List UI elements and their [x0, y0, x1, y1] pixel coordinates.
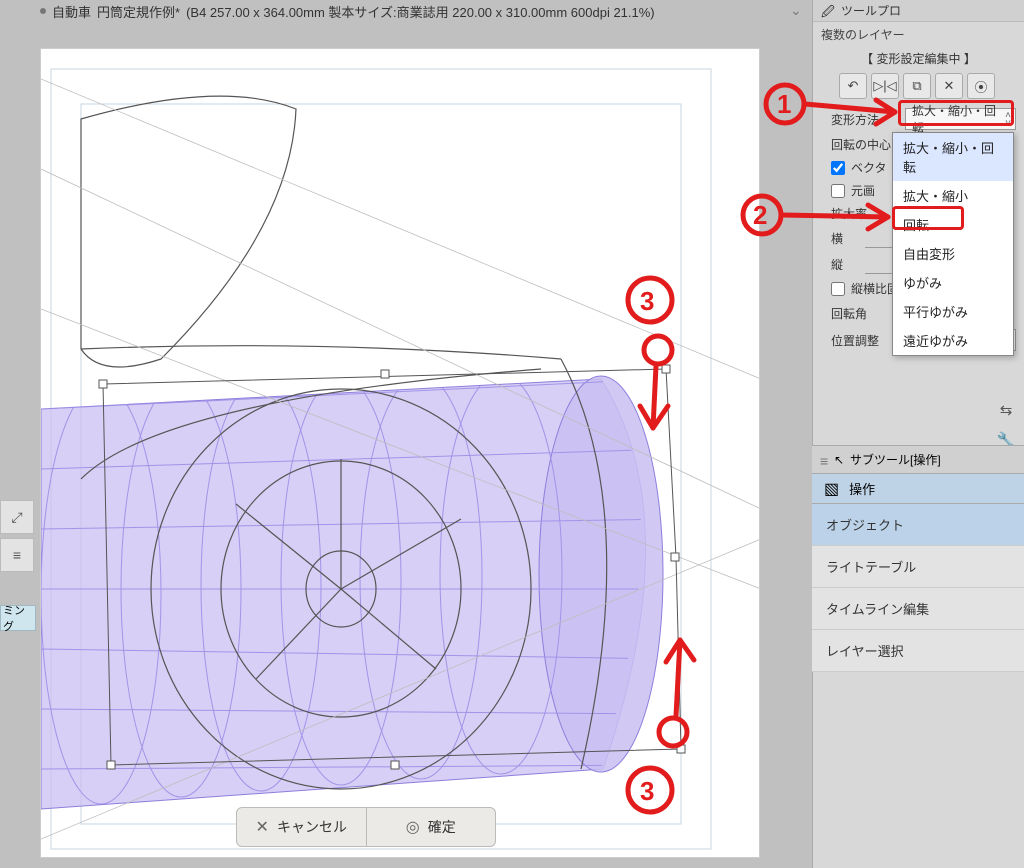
dropdown-option[interactable]: ゆがみ [893, 268, 1013, 297]
tool-property-panel: 🖉 ツールプロ 複数のレイヤー 【 変形設定編集中 】 ↶ ▷|◁ ⧉ ✕ ⦿ … [812, 0, 1024, 868]
transform-method-label: 変形方法 [831, 111, 899, 128]
transform-confirm-bar: ✕ キャンセル ◎ 確定 [236, 807, 496, 847]
doc-size: (B4 257.00 x 364.00mm 製本サイズ:商業誌用 220.00 … [186, 2, 655, 21]
chevron-down-icon[interactable]: ⌄ [790, 2, 802, 19]
scale-v-label: 縦 [831, 256, 859, 273]
subtool-item-object[interactable]: オブジェクト [812, 504, 1024, 546]
tool-property-title: ツールプロ [841, 2, 901, 19]
flip-v-button[interactable]: ⧉ [903, 73, 931, 99]
dropdown-option-free-transform[interactable]: 自由変形 [893, 239, 1013, 268]
cube-icon: ▧ [824, 479, 839, 499]
wrench-icon: 🖉 [821, 3, 835, 25]
doc-ruler: 円筒定規作例* [97, 2, 180, 21]
commit-transform-button[interactable]: ⦿ [967, 73, 995, 99]
transform-method-dropdown: 拡大・縮小・回転 拡大・縮小 回転 自由変形 ゆがみ 平行ゆがみ 遠近ゆがみ [892, 132, 1014, 356]
confirm-button[interactable]: ◎ 確定 [367, 808, 496, 846]
check-icon: ◎ [406, 817, 420, 837]
flip-h-button[interactable]: ▷|◁ [871, 73, 899, 99]
vector-thickness-checkbox[interactable] [831, 161, 845, 175]
svg-text:1: 1 [777, 89, 791, 119]
trimming-tab[interactable]: ミング [0, 605, 36, 631]
subtool-item-lighttable[interactable]: ライトテーブル [812, 546, 1024, 588]
subtool-panel: ≡ ↖ サブツール[操作] ▧ 操作 オブジェクト ライトテーブル タイムライン… [812, 445, 1024, 672]
aspect-lock-checkbox[interactable] [831, 282, 845, 296]
position-adjust-label: 位置調整 [831, 332, 899, 349]
menu-icon[interactable]: ≡ [820, 453, 828, 469]
dropdown-option[interactable]: 平行ゆがみ [893, 297, 1013, 326]
transform-section-title: 【 変形設定編集中 】 [813, 46, 1024, 71]
subtool-header-label: サブツール[操作] [850, 451, 941, 468]
rotation-angle-label: 回転角 [831, 305, 899, 322]
scale-label: 拡大率 [831, 205, 899, 222]
reset-icon[interactable]: ⇆ [994, 398, 1018, 422]
unsaved-dot-icon [40, 8, 46, 14]
annotation-box-1 [898, 100, 1014, 126]
dropdown-option[interactable]: 拡大・縮小・回転 [893, 133, 1013, 181]
tool-property-header: 🖉 ツールプロ [813, 0, 1024, 22]
doc-name: 自動車 [52, 2, 91, 21]
subtool-header: ≡ ↖ サブツール[操作] [812, 446, 1024, 474]
stack-icon[interactable]: ≡ [0, 538, 34, 572]
cancel-label: キャンセル [277, 817, 347, 837]
keep-original-label: 元画 [851, 182, 875, 199]
close-icon: ✕ [256, 817, 269, 837]
subtool-group-operation[interactable]: ▧ 操作 [812, 474, 1024, 504]
canvas[interactable]: ✕ キャンセル ◎ 確定 [40, 48, 760, 858]
rotation-center-label: 回転の中心 [831, 136, 899, 153]
cursor-icon: ↖ [834, 453, 844, 467]
undo-step-button[interactable]: ↶ [839, 73, 867, 99]
canvas-artwork [41, 49, 760, 858]
vector-thickness-label: ベクタ [851, 159, 887, 176]
dropdown-option[interactable]: 遠近ゆがみ [893, 326, 1013, 355]
subtool-group-label: 操作 [849, 479, 875, 498]
left-tool-edge: ⤢ ≡ [0, 500, 36, 576]
subtool-item-layerpick[interactable]: レイヤー選択 [812, 630, 1024, 672]
scale-h-label: 横 [831, 230, 859, 247]
subtool-item-timeline[interactable]: タイムライン編集 [812, 588, 1024, 630]
keep-original-checkbox[interactable] [831, 184, 845, 198]
annotation-box-2 [892, 206, 964, 230]
target-layer-label: 複数のレイヤー [813, 22, 1024, 46]
confirm-label: 確定 [428, 817, 456, 837]
fit-screen-icon[interactable]: ⤢ [0, 500, 34, 534]
cancel-button[interactable]: ✕ キャンセル [237, 808, 367, 846]
document-tab[interactable]: 自動車 円筒定規作例* (B4 257.00 x 364.00mm 製本サイズ:… [40, 0, 655, 22]
cancel-transform-button[interactable]: ✕ [935, 73, 963, 99]
